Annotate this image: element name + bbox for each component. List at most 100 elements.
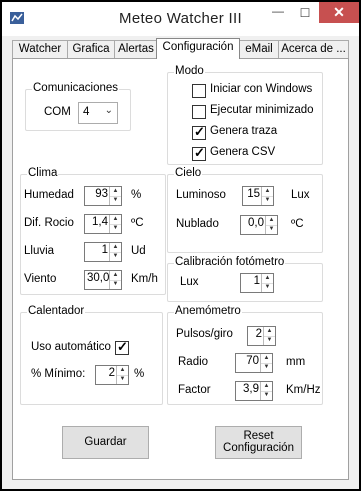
spin-down-icon[interactable]: ▼	[110, 252, 121, 261]
genera-csv-label: Genera CSV	[210, 146, 276, 158]
spin-down-icon[interactable]: ▼	[261, 363, 272, 372]
com-label: COM	[44, 106, 71, 118]
tab-email[interactable]: eMail	[239, 40, 279, 58]
dif-rocio-value: 1,4	[92, 216, 108, 228]
factor-value: 3,9	[243, 383, 259, 395]
checkmark-icon: ✓	[194, 145, 205, 160]
dif-rocio-label: Dif. Rocio	[24, 217, 74, 229]
viento-label: Viento	[24, 273, 57, 285]
genera-csv-checkbox[interactable]: ✓	[192, 145, 206, 161]
viento-spinner[interactable]: 30,0 ▲ ▼	[84, 270, 122, 290]
luminoso-label: Luminoso	[176, 189, 226, 201]
nublado-label: Nublado	[176, 218, 219, 230]
minimo-spinner[interactable]: 2 ▲ ▼	[95, 365, 129, 385]
pulsos-giro-value: 2	[255, 328, 262, 340]
lluvia-spinner[interactable]: 1 ▲ ▼	[84, 242, 122, 262]
ejecutar-minimizado-label: Ejecutar minimizado	[210, 104, 314, 116]
spin-down-icon[interactable]: ▼	[110, 224, 121, 233]
clima-title: Clima	[27, 167, 59, 179]
dif-rocio-spinner[interactable]: 1,4 ▲ ▼	[84, 214, 122, 234]
tab-acerca[interactable]: Acerca de ...	[278, 40, 349, 58]
humedad-spinner[interactable]: 93 ▲ ▼	[84, 186, 122, 206]
humedad-value: 93	[95, 188, 108, 200]
comunicaciones-group: Comunicaciones COM 4 ⌄	[25, 82, 131, 131]
spin-down-icon[interactable]: ▼	[117, 375, 128, 384]
com-port-value: 4	[83, 106, 90, 118]
modo-group: Modo Iniciar con Windows Ejecutar minimi…	[167, 65, 323, 165]
uso-automatico-label: Uso automático	[31, 341, 111, 353]
ejecutar-minimizado-checkbox[interactable]	[192, 105, 206, 119]
maximize-button[interactable]: ☐	[292, 2, 318, 24]
lluvia-value: 1	[101, 244, 108, 256]
uso-automatico-checkbox[interactable]: ✓	[115, 339, 129, 355]
spin-down-icon[interactable]: ▼	[262, 283, 273, 292]
chevron-down-icon: ⌄	[104, 105, 113, 116]
spin-down-icon[interactable]: ▼	[266, 225, 277, 234]
calentador-title: Calentador	[27, 305, 86, 317]
minimize-button[interactable]: —	[265, 2, 291, 24]
anemometro-title: Anemómetro	[174, 305, 242, 317]
minimo-label: % Mínimo:	[31, 368, 86, 380]
app-window: Meteo Watcher III — ☐ ✕ Watcher Grafica …	[0, 0, 361, 491]
radio-spinner[interactable]: 70 ▲ ▼	[235, 353, 273, 373]
tab-alertas[interactable]: Alertas	[114, 40, 158, 58]
luminoso-spinner[interactable]: 15 ▲ ▼	[242, 186, 274, 206]
dif-rocio-unit: ºC	[131, 217, 144, 229]
lluvia-unit: Ud	[131, 245, 146, 257]
tab-watcher[interactable]: Watcher	[12, 40, 68, 58]
pulsos-giro-spinner[interactable]: 2 ▲ ▼	[247, 326, 276, 346]
close-button[interactable]: ✕	[319, 2, 359, 23]
minimo-unit: %	[134, 368, 145, 380]
tab-configuracion[interactable]: Configuración	[156, 38, 240, 59]
calibracion-lux-label: Lux	[180, 276, 199, 288]
spin-down-icon[interactable]: ▼	[110, 196, 121, 205]
humedad-unit: %	[131, 189, 142, 201]
calibracion-title: Calibración fotómetro	[174, 256, 286, 268]
comunicaciones-title: Comunicaciones	[32, 82, 120, 94]
modo-title: Modo	[174, 65, 205, 77]
factor-unit: Km/Hz	[286, 384, 321, 396]
title-bar[interactable]: Meteo Watcher III — ☐ ✕	[2, 2, 359, 36]
guardar-button[interactable]: Guardar	[62, 426, 149, 459]
viento-value: 30,0	[87, 272, 110, 284]
checkmark-icon: ✓	[117, 339, 128, 354]
luminoso-unit: Lux	[291, 189, 310, 201]
cielo-group: Cielo Luminoso 15 ▲ ▼ Lux Nublado 0,0 ▲ ▼ …	[167, 167, 323, 253]
nublado-value: 0,0	[248, 217, 264, 229]
minimo-value: 2	[108, 367, 115, 379]
factor-spinner[interactable]: 3,9 ▲ ▼	[235, 381, 273, 401]
reset-configuracion-button[interactable]: Reset Configuración	[215, 426, 302, 459]
checkmark-icon: ✓	[194, 124, 205, 139]
calentador-group: Calentador Uso automático ✓ % Mínimo: 2 …	[20, 305, 163, 405]
lluvia-label: Lluvia	[24, 245, 55, 257]
genera-traza-label: Genera traza	[210, 125, 278, 137]
spin-down-icon[interactable]: ▼	[262, 196, 273, 205]
radio-label: Radio	[178, 356, 209, 368]
nublado-unit: ºC	[291, 218, 304, 230]
spin-down-icon[interactable]: ▼	[261, 391, 272, 400]
spin-down-icon[interactable]: ▼	[264, 336, 275, 345]
reset-line1: Reset	[243, 430, 274, 442]
luminoso-value: 15	[247, 188, 260, 200]
iniciar-windows-label: Iniciar con Windows	[210, 83, 313, 95]
viento-unit: Km/h	[131, 273, 158, 285]
calibracion-group: Calibración fotómetro Lux 1 ▲ ▼	[167, 256, 323, 302]
humedad-label: Humedad	[24, 189, 74, 201]
cielo-title: Cielo	[174, 167, 203, 179]
calibracion-lux-value: 1	[253, 275, 260, 287]
radio-value: 70	[246, 355, 259, 367]
calibracion-lux-spinner[interactable]: 1 ▲ ▼	[240, 273, 274, 293]
factor-label: Factor	[178, 384, 211, 396]
config-panel: Comunicaciones COM 4 ⌄ Modo Iniciar con …	[12, 58, 349, 480]
clima-group: Clima Humedad 93 ▲ ▼ % Dif. Rocio 1,4 ▲ ▼ …	[20, 167, 166, 295]
pulsos-giro-label: Pulsos/giro	[176, 328, 233, 340]
radio-unit: mm	[286, 356, 306, 368]
nublado-spinner[interactable]: 0,0 ▲ ▼	[240, 215, 278, 235]
tab-grafica[interactable]: Grafica	[67, 40, 115, 58]
genera-traza-checkbox[interactable]: ✓	[192, 124, 206, 140]
reset-line2: Configuración	[223, 442, 294, 454]
anemometro-group: Anemómetro Pulsos/giro 2 ▲ ▼ Radio 70 ▲ ▼ …	[167, 305, 323, 405]
iniciar-windows-checkbox[interactable]	[192, 84, 206, 98]
com-port-select[interactable]: 4 ⌄	[78, 102, 118, 124]
spin-down-icon[interactable]: ▼	[110, 280, 121, 289]
